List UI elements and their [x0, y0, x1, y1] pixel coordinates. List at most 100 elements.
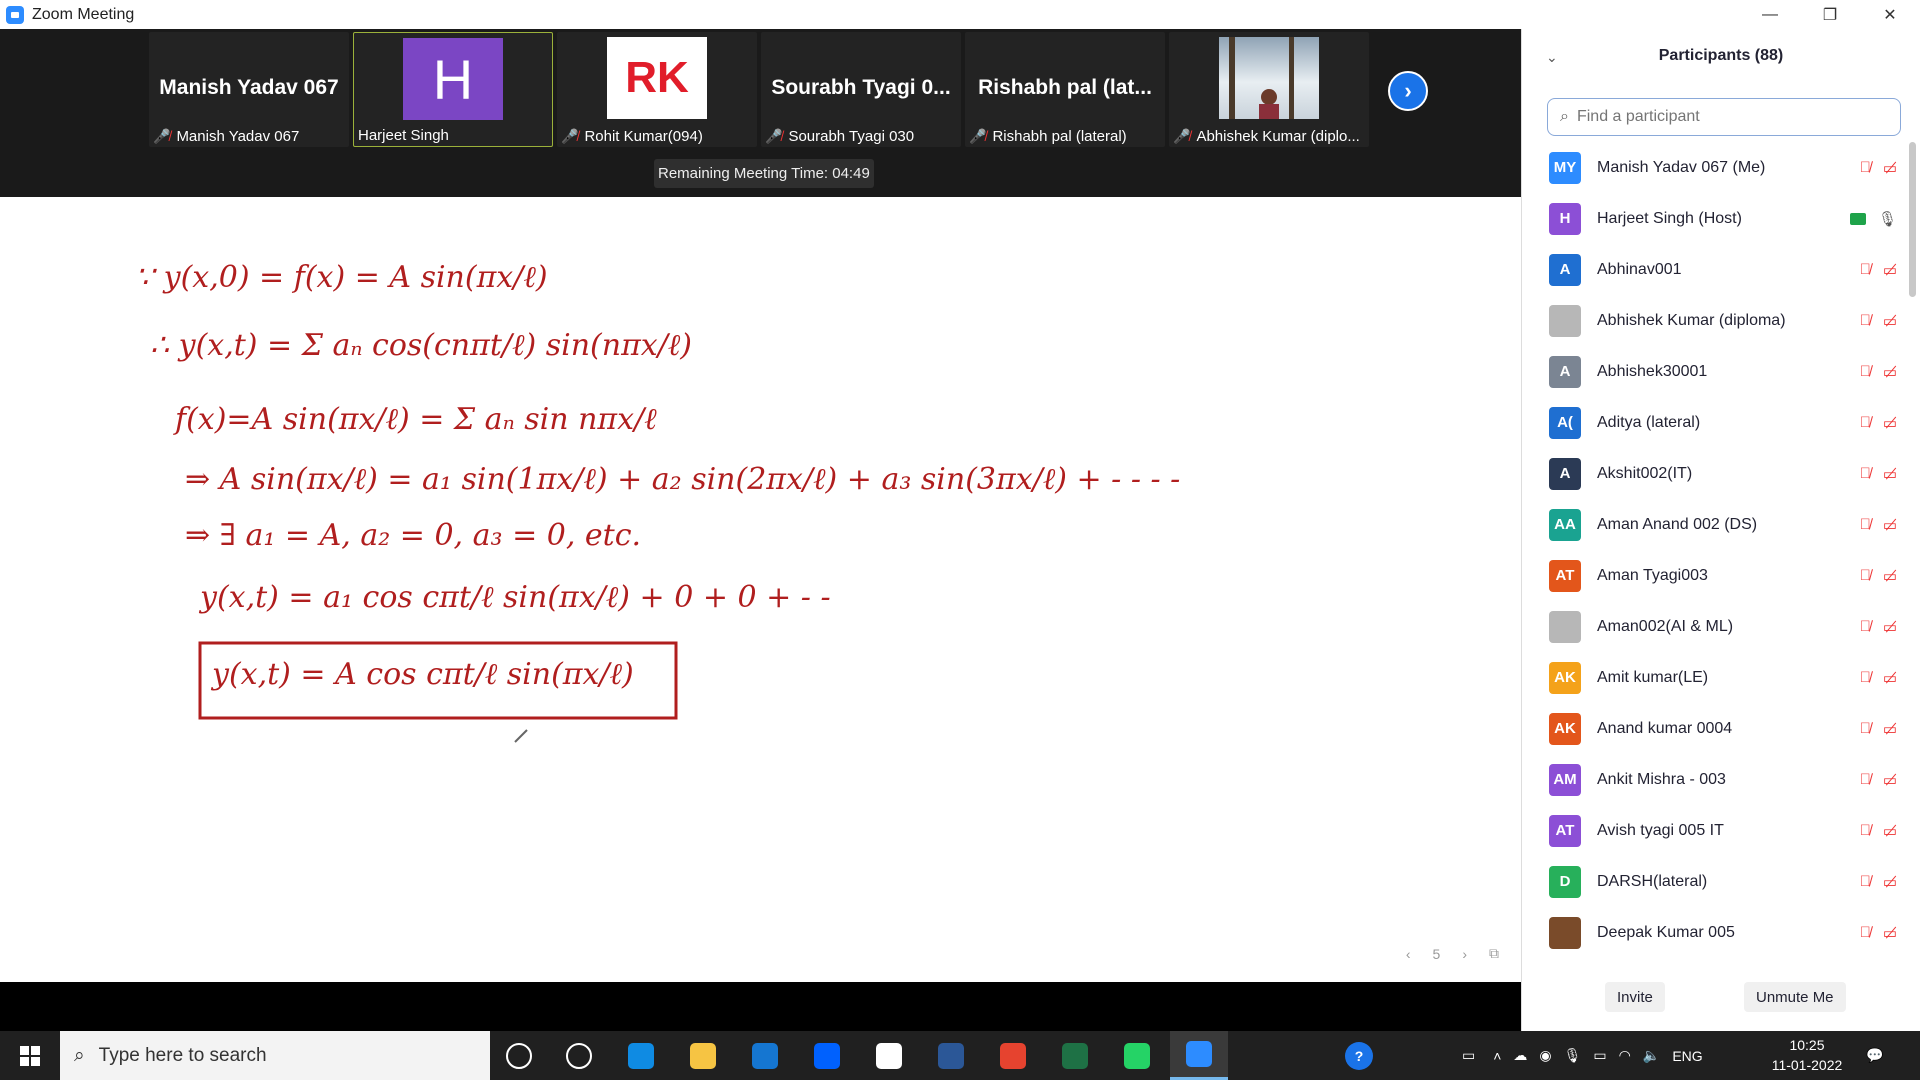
windows-taskbar: ⌕ Type here to search ? ▭ ˄ ☁ ◉ 🎙 ▭ ◠ 🔈 … — [0, 1031, 1920, 1080]
participant-row[interactable]: H Harjeet Singh (Host) 🎙 — [1522, 193, 1907, 244]
participant-name: Akshit002(IT) — [1597, 464, 1693, 482]
participant-scrollbar[interactable] — [1908, 142, 1916, 972]
video-off-icon: ▭̸ — [1882, 924, 1897, 942]
excel-icon[interactable] — [1046, 1031, 1104, 1080]
whatsapp-icon-glyph — [1124, 1042, 1150, 1069]
cortana-icon[interactable] — [490, 1031, 548, 1080]
shared-whiteboard[interactable]: ∵ y(x,0) = f(x) = A sin(πx/ℓ) ∴ y(x,t) =… — [0, 197, 1521, 982]
participant-row[interactable]: AT Aman Tyagi003 🎙̸ ▭̸ — [1522, 550, 1907, 601]
task-view-icon[interactable] — [550, 1031, 608, 1080]
next-page-arrow-icon[interactable]: › — [1388, 71, 1428, 111]
participant-row[interactable]: AK Anand kumar 0004 🎙̸ ▭̸ — [1522, 703, 1907, 754]
whatsapp-icon[interactable] — [1108, 1031, 1166, 1080]
zoom-icon[interactable] — [1170, 1031, 1228, 1080]
participant-name: Abhinav001 — [1597, 260, 1682, 278]
system-clock[interactable]: 10:25 11-01-2022 — [1762, 1035, 1852, 1075]
word-icon[interactable] — [922, 1031, 980, 1080]
wifi-icon[interactable]: ◠ — [1619, 1047, 1631, 1064]
participant-row[interactable]: A Abhinav001 🎙̸ ▭̸ — [1522, 244, 1907, 295]
share-screen-icon — [1849, 212, 1866, 225]
file-explorer-icon[interactable] — [674, 1031, 732, 1080]
video-tile[interactable]: 🎤̸ Abhishek Kumar (diplo... — [1169, 32, 1369, 147]
tile-label: 🎤̸ Sourabh Tyagi 030 — [765, 128, 957, 145]
video-tile[interactable]: Rishabh pal (lat... 🎤̸ Rishabh pal (late… — [965, 32, 1165, 147]
invite-button[interactable]: Invite — [1605, 982, 1665, 1012]
video-tile[interactable]: Sourabh Tyagi 0... 🎤̸ Sourabh Tyagi 030 — [761, 32, 961, 147]
participant-avatar: AK — [1549, 712, 1581, 745]
battery-icon[interactable]: ▭ — [1593, 1047, 1606, 1064]
participant-row[interactable]: A(Aditya (lateral) 🎙̸ ▭̸ — [1522, 397, 1907, 448]
participant-avatar: A — [1549, 457, 1581, 490]
participant-row[interactable]: D DARSH(lateral) 🎙̸ ▭̸ — [1522, 856, 1907, 907]
meet-now-icon[interactable]: ◉ — [1539, 1047, 1551, 1064]
video-tile[interactable]: Manish Yadav 067 🎤̸ Manish Yadav 067 — [149, 32, 349, 147]
participant-row[interactable]: AM Ankit Mishra - 003 🎙̸ ▭̸ — [1522, 754, 1907, 805]
search-icon: ⌕ — [1560, 108, 1569, 125]
participant-row[interactable]: MY Manish Yadav 067 (Me) 🎙̸ ▭̸ — [1522, 142, 1907, 193]
restore-button[interactable]: ❐ — [1800, 0, 1860, 29]
language-indicator[interactable]: ENG — [1672, 1048, 1702, 1064]
tile-label: 🎤̸ Rohit Kumar(094) — [561, 128, 753, 145]
show-hidden-icons-icon[interactable]: ˄ — [1493, 1048, 1501, 1064]
action-center-icon[interactable]: ▭ — [1462, 1047, 1475, 1064]
scroll-thumb[interactable] — [1909, 142, 1916, 297]
meeting-controls-bar — [0, 982, 1521, 1031]
tile-name: Sourabh Tyagi 0... — [771, 76, 951, 99]
taskbar-search-box[interactable]: ⌕ Type here to search — [60, 1031, 490, 1080]
participant-row[interactable]: Aman002(AI & ML) 🎙̸ ▭̸ — [1522, 601, 1907, 652]
close-button[interactable]: ✕ — [1860, 0, 1920, 29]
mail-icon[interactable] — [736, 1031, 794, 1080]
participant-row[interactable]: Abhishek Kumar (diploma) 🎙̸ ▭̸ — [1522, 295, 1907, 346]
participant-search[interactable]: ⌕ — [1547, 98, 1901, 136]
participant-name: Abhishek Kumar (diploma) — [1597, 311, 1786, 329]
edge-icon-glyph — [628, 1042, 654, 1069]
mail-icon-glyph — [752, 1042, 778, 1069]
video-off-icon: ▭̸ — [1882, 159, 1897, 177]
taskbar-search-placeholder: Type here to search — [98, 1044, 267, 1066]
tile-label-text: Manish Yadav 067 — [176, 128, 300, 145]
participant-name: Amit kumar(LE) — [1597, 668, 1709, 686]
participant-row[interactable]: A Akshit002(IT) 🎙̸ ▭̸ — [1522, 448, 1907, 499]
tile-label: 🎤̸ Abhishek Kumar (diplo... — [1173, 128, 1365, 145]
windows-start-button[interactable] — [0, 1031, 60, 1080]
help-icon[interactable]: ? — [1345, 1031, 1373, 1080]
participant-row[interactable]: AK Amit kumar(LE) 🎙̸ ▭̸ — [1522, 652, 1907, 703]
next-page-icon[interactable]: › — [1462, 946, 1467, 962]
tile-label-text: Harjeet Singh — [358, 127, 449, 144]
dropbox-icon[interactable] — [798, 1031, 856, 1080]
video-tile-active-speaker[interactable]: H Harjeet Singh — [353, 32, 553, 147]
participant-status-icons: 🎙 — [1849, 210, 1897, 228]
muted-mic-icon: 🎙̸ — [1859, 261, 1871, 278]
participant-search-input[interactable] — [1576, 108, 1877, 126]
prev-page-icon[interactable]: ‹ — [1406, 946, 1411, 962]
tile-name: Manish Yadav 067 — [159, 76, 339, 99]
participant-status-icons: 🎙̸ ▭̸ — [1860, 771, 1897, 789]
tile-avatar: RK — [607, 37, 707, 119]
unmute-me-button[interactable]: Unmute Me — [1744, 982, 1846, 1012]
edge-icon[interactable] — [612, 1031, 670, 1080]
video-tile[interactable]: RK 🎤̸ Rohit Kumar(094) — [557, 32, 757, 147]
ink-line: ∵ y(x,0) = f(x) = A sin(πx/ℓ) — [135, 260, 548, 295]
onedrive-icon[interactable]: ☁ — [1513, 1047, 1527, 1064]
new-page-icon[interactable]: ⧉ — [1489, 945, 1499, 962]
app-icon[interactable] — [860, 1031, 918, 1080]
microphone-icon[interactable]: 🎙 — [1564, 1047, 1582, 1064]
participant-row[interactable]: A Abhishek30001 🎙̸ ▭̸ — [1522, 346, 1907, 397]
tile-label-text: Abhishek Kumar (diplo... — [1196, 128, 1360, 145]
muted-mic-icon: 🎙̸ — [1859, 618, 1871, 635]
participant-row[interactable]: Deepak Kumar 005 🎙̸ ▭̸ — [1522, 907, 1907, 958]
whiteboard-ink: ∵ y(x,0) = f(x) = A sin(πx/ℓ) ∴ y(x,t) =… — [135, 260, 1180, 743]
tile-label-text: Rishabh pal (lateral) — [992, 128, 1127, 145]
muted-mic-icon: 🎤̸ — [1173, 128, 1191, 144]
volume-icon[interactable]: 🔈 — [1643, 1047, 1660, 1064]
participant-row[interactable]: AT Avish tyagi 005 IT 🎙̸ ▭̸ — [1522, 805, 1907, 856]
participant-avatar: AA — [1549, 508, 1581, 541]
participant-row[interactable]: AA Aman Anand 002 (DS) 🎙̸ ▭̸ — [1522, 499, 1907, 550]
notifications-icon[interactable]: 💬 — [1866, 1031, 1883, 1080]
chrome-icon[interactable] — [984, 1031, 1042, 1080]
participant-status-icons: 🎙̸ ▭̸ — [1860, 261, 1897, 279]
minimize-button[interactable]: — — [1740, 0, 1800, 29]
chrome-icon-glyph — [1000, 1042, 1026, 1069]
participant-status-icons: 🎙̸ ▭̸ — [1860, 567, 1897, 585]
whiteboard-pager: ‹ 5 › ⧉ — [1406, 945, 1499, 962]
